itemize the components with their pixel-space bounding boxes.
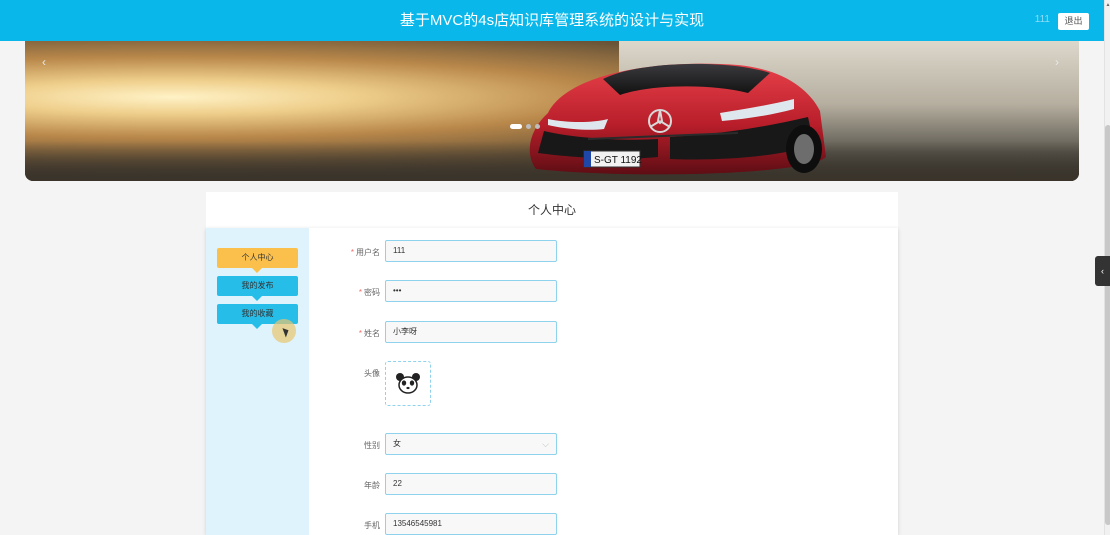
menu-item-my-posts[interactable]: 我的发布 (217, 276, 298, 301)
phone-input[interactable]: 13546545981 (385, 513, 557, 535)
carousel-dot-1[interactable] (510, 124, 522, 129)
license-plate: S-GT 1192 (594, 155, 642, 166)
top-bar: 基于MVC的4s店知识库管理系统的设计与实现 111 退出 (0, 0, 1104, 41)
age-label: 年龄 (364, 481, 380, 490)
phone-label: 手机 (364, 521, 380, 530)
age-input[interactable]: 22 (385, 473, 557, 495)
left-menu (206, 228, 309, 535)
chevron-down-icon: ⌵ (542, 439, 549, 449)
carousel-dot-3[interactable] (535, 124, 540, 129)
page-title: 基于MVC的4s店知识库管理系统的设计与实现 (399, 12, 705, 29)
menu-item-profile[interactable]: 个人中心 (217, 248, 298, 273)
banner-carousel: S-GT 1192 ‹ › (25, 41, 1079, 181)
carousel-prev-icon[interactable]: ‹ (42, 55, 46, 69)
avatar-upload[interactable] (385, 361, 431, 406)
password-label: * 密码 (358, 288, 380, 297)
scroll-up-arrow-icon[interactable]: ▲ (1105, 2, 1110, 8)
username-input[interactable]: 111 (385, 240, 557, 262)
gender-value: 女 (393, 439, 401, 448)
avatar-label: 头像 (364, 369, 380, 378)
carousel-dot-2[interactable] (526, 124, 531, 129)
carousel-indicators (510, 124, 540, 129)
password-input[interactable]: ••• (385, 280, 557, 302)
name-label: * 姓名 (358, 329, 380, 338)
name-input[interactable]: 小李呀 (385, 321, 557, 343)
username-label: * 用户名 (350, 248, 380, 257)
gender-label: 性别 (364, 441, 380, 450)
chevron-left-icon: ‹ (1101, 266, 1104, 276)
panel-title: 个人中心 (206, 192, 898, 228)
panda-avatar-icon (396, 373, 420, 394)
gender-select[interactable]: 女 ⌵ (385, 433, 557, 455)
car-image: S-GT 1192 (529, 63, 826, 175)
carousel-next-icon[interactable]: › (1055, 55, 1059, 69)
logout-button[interactable]: 退出 (1058, 13, 1089, 30)
username-display: 111 (1034, 14, 1050, 25)
side-collapse-tab[interactable]: ‹ (1095, 256, 1110, 286)
scrollbar-thumb[interactable] (1105, 125, 1110, 525)
